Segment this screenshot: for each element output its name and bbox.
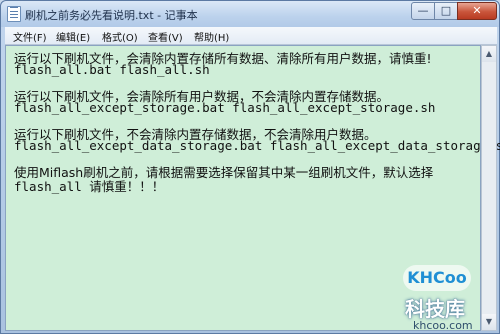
text-line: flash_all_except_storage.bat flash_all_e…	[14, 100, 436, 115]
menu-file[interactable]: 文件(F)	[13, 29, 47, 44]
window-title: 刷机之前务必先看说明.txt - 记事本	[25, 9, 198, 22]
menu-format[interactable]: 格式(O)	[102, 29, 138, 44]
close-button[interactable]: ✕	[457, 2, 497, 20]
maximize-button[interactable]: □	[434, 2, 458, 20]
watermark-badge: KHCoo	[403, 265, 471, 291]
menu-view[interactable]: 查看(V)	[148, 29, 183, 44]
watermark-url: khcoo.com	[413, 319, 473, 332]
notepad-window: 刷机之前务必先看说明.txt - 记事本 — □ ✕ 文件(F) 编辑(E) 格…	[0, 0, 500, 334]
text-line: flash_all.bat flash_all.sh	[14, 62, 210, 77]
text-line: flash_all_except_data_storage.bat flash_…	[14, 138, 500, 153]
title-bar[interactable]: 刷机之前务必先看说明.txt - 记事本 — □ ✕	[1, 1, 499, 27]
watermark-name: 科技库	[405, 297, 465, 321]
text-line: flash_all 请慎重！！！	[14, 179, 165, 194]
watermark-logo: KHCoo 科技库 khcoo.com	[397, 263, 500, 334]
menu-help[interactable]: 帮助(H)	[194, 29, 229, 44]
minimize-button[interactable]: —	[411, 2, 435, 20]
menu-edit[interactable]: 编辑(E)	[56, 29, 90, 44]
notepad-icon	[7, 6, 21, 22]
scroll-up-icon[interactable]: ▲	[482, 46, 496, 62]
menu-bar: 文件(F) 编辑(E) 格式(O) 查看(V) 帮助(H)	[5, 27, 497, 45]
